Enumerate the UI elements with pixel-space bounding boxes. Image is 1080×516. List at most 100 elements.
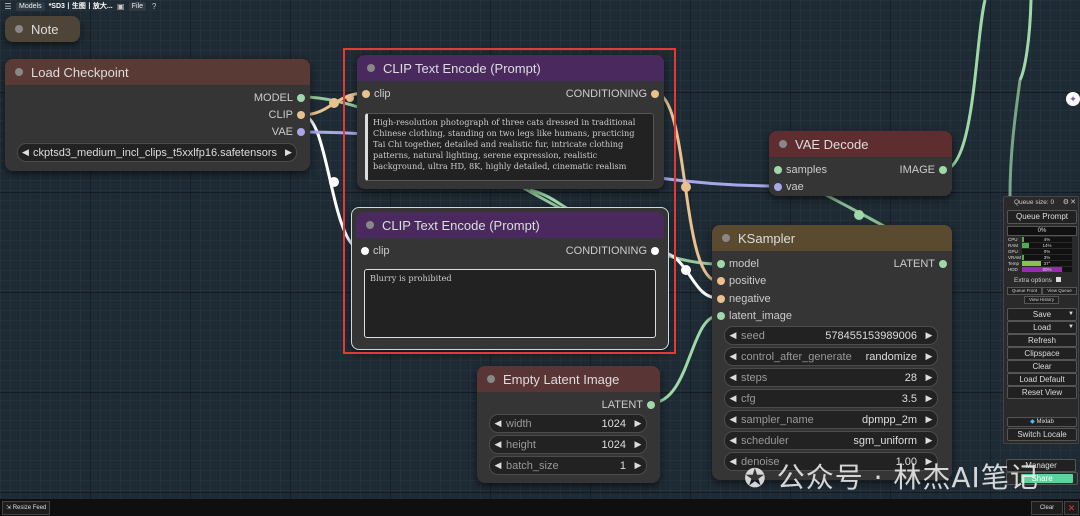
load-button[interactable]: Load ▼	[1007, 321, 1077, 334]
arrow-left-icon[interactable]: ◀	[725, 372, 741, 383]
arrow-left-icon[interactable]: ◀	[725, 435, 741, 446]
monitor-bar: 3%	[1022, 255, 1072, 260]
arrow-left-icon[interactable]: ◀	[725, 393, 741, 404]
extra-options-checkbox[interactable]	[1055, 277, 1061, 282]
load-checkpoint-node[interactable]: Load Checkpoint MODEL CLIP VAE ◀ ckptsd3…	[5, 59, 310, 171]
arrow-right-icon[interactable]: ▶	[281, 147, 296, 158]
arrow-right-icon[interactable]: ▶	[921, 414, 937, 425]
queue-prompt-button[interactable]: Queue Prompt	[1007, 210, 1077, 224]
clip-text-encode-positive-node[interactable]: CLIP Text Encode (Prompt) clip CONDITION…	[357, 55, 664, 189]
mixlab-button[interactable]: ◆ Mixlab	[1007, 417, 1077, 427]
close-icon[interactable]: ✕	[1070, 198, 1076, 206]
models-button[interactable]: Models	[16, 1, 45, 11]
resize-feed-button[interactable]: ⇲ Resize Feed	[2, 501, 51, 515]
batch-size-widget[interactable]: ◀ batch_size 1 ▶	[489, 456, 647, 475]
input-clip-slot[interactable]	[361, 247, 369, 255]
output-latent-label: LATENT	[601, 399, 643, 411]
view-history-button[interactable]: View History	[1024, 296, 1059, 304]
view-queue-button[interactable]: View Queue	[1042, 287, 1077, 295]
sampler-name-widget[interactable]: ◀ sampler_name dpmpp_2m ▶	[724, 410, 938, 429]
help-icon[interactable]: ?	[150, 2, 158, 11]
input-clip-slot[interactable]	[362, 90, 370, 98]
scheduler-widget[interactable]: ◀ scheduler sgm_uniform ▶	[724, 431, 938, 450]
collapse-dot-icon[interactable]	[779, 140, 787, 148]
cfg-widget[interactable]: ◀ cfg 3.5 ▶	[724, 389, 938, 408]
prompt-text-area[interactable]: Blurry is prohibited	[364, 269, 656, 338]
top-toolbar: ☰ Models *SD3丨生图丨放大... ▣ File ?	[0, 0, 184, 12]
menu-icon[interactable]: ☰	[4, 2, 12, 11]
arrow-right-icon[interactable]: ▶	[921, 393, 937, 404]
arrow-right-icon[interactable]: ▶	[630, 418, 646, 429]
queue-front-button[interactable]: Queue Front	[1007, 287, 1042, 295]
output-clip-slot[interactable]	[297, 111, 305, 119]
save-icon[interactable]: ▣	[117, 2, 125, 11]
arrow-left-icon[interactable]: ◀	[18, 147, 33, 158]
arrow-right-icon[interactable]: ▶	[630, 460, 646, 471]
dropdown-arrow-icon[interactable]: ▼	[1068, 309, 1074, 320]
clip-text-encode-negative-node[interactable]: CLIP Text Encode (Prompt) clip CONDITION…	[351, 207, 669, 350]
switch-locale-button[interactable]: Switch Locale	[1007, 428, 1077, 441]
arrow-left-icon[interactable]: ◀	[490, 460, 506, 471]
arrow-right-icon[interactable]: ▶	[921, 351, 937, 362]
reset-view-button[interactable]: Reset View	[1007, 386, 1077, 399]
input-positive-slot[interactable]	[717, 277, 725, 285]
input-negative-slot[interactable]	[717, 295, 725, 303]
input-latent-image-slot[interactable]	[717, 312, 725, 320]
dropdown-arrow-icon[interactable]: ▼	[1068, 322, 1074, 333]
ckpt-name-combo[interactable]: ◀ ckptsd3_medium_incl_clips_t5xxlfp16.sa…	[17, 143, 297, 162]
empty-latent-image-node[interactable]: Empty Latent Image LATENT ◀ width 1024 ▶…	[477, 366, 660, 483]
ksampler-node[interactable]: KSampler model positive negative latent_…	[712, 225, 952, 480]
vae-decode-node[interactable]: VAE Decode samples vae IMAGE	[769, 131, 952, 196]
arrow-left-icon[interactable]: ◀	[725, 456, 741, 467]
arrow-right-icon[interactable]: ▶	[921, 330, 937, 341]
collapse-dot-icon[interactable]	[15, 68, 23, 76]
output-vae-label: VAE	[271, 126, 293, 138]
clear-button[interactable]: Clear	[1007, 360, 1077, 373]
save-button[interactable]: Save ▼	[1007, 308, 1077, 321]
load-default-button[interactable]: Load Default	[1007, 373, 1077, 386]
control-after-generate-widget[interactable]: ◀ control_after_generate randomize ▶	[724, 347, 938, 366]
collapse-dot-icon[interactable]	[366, 221, 374, 229]
collapse-dot-icon[interactable]	[722, 234, 730, 242]
bottom-clear-button[interactable]: Clear	[1031, 501, 1063, 515]
arrow-left-icon[interactable]: ◀	[725, 351, 741, 362]
output-vae-slot[interactable]	[297, 128, 305, 136]
refresh-button[interactable]: Refresh	[1007, 334, 1077, 347]
monitor-label: CPU	[1008, 237, 1018, 242]
collapse-dot-icon[interactable]	[15, 25, 23, 33]
collapse-dot-icon[interactable]	[487, 375, 495, 383]
file-menu[interactable]: File	[128, 1, 147, 11]
input-samples-slot[interactable]	[774, 166, 782, 174]
settings-icon[interactable]: ⚙	[1063, 198, 1069, 206]
extra-options-row[interactable]: Extra options	[1014, 277, 1061, 284]
arrow-right-icon[interactable]: ▶	[630, 439, 646, 450]
arrow-left-icon[interactable]: ◀	[490, 418, 506, 429]
arrow-left-icon[interactable]: ◀	[490, 439, 506, 450]
input-vae-slot[interactable]	[774, 183, 782, 191]
output-latent-slot[interactable]	[939, 260, 947, 268]
seed-widget[interactable]: ◀ seed 578455153989006 ▶	[724, 326, 938, 345]
arrow-left-icon[interactable]: ◀	[725, 330, 741, 341]
note-node[interactable]: Note	[5, 16, 80, 42]
output-image-slot[interactable]	[939, 166, 947, 174]
bottom-close-icon[interactable]: ✕	[1064, 501, 1079, 515]
input-clip-label: clip	[374, 88, 391, 100]
prompt-text-area[interactable]: High-resolution photograph of three cats…	[365, 113, 654, 181]
workflow-title[interactable]: *SD3丨生图丨放大...	[49, 1, 113, 11]
assistant-icon[interactable]: ✦	[1066, 92, 1080, 106]
input-model-slot[interactable]	[717, 260, 725, 268]
bottom-bar: ⇲ Resize Feed Clear ✕	[0, 499, 1080, 516]
arrow-left-icon[interactable]: ◀	[725, 414, 741, 425]
steps-widget[interactable]: ◀ steps 28 ▶	[724, 368, 938, 387]
collapse-dot-icon[interactable]	[367, 64, 375, 72]
clipspace-button[interactable]: Clipspace	[1007, 347, 1077, 360]
arrow-right-icon[interactable]: ▶	[921, 372, 937, 383]
output-conditioning-slot[interactable]	[651, 247, 659, 255]
output-latent-slot[interactable]	[647, 401, 655, 409]
output-conditioning-slot[interactable]	[651, 90, 659, 98]
arrow-right-icon[interactable]: ▶	[921, 435, 937, 446]
height-widget[interactable]: ◀ height 1024 ▶	[489, 435, 647, 454]
monitor-row: VRAM 3%	[1008, 255, 1074, 260]
width-widget[interactable]: ◀ width 1024 ▶	[489, 414, 647, 433]
output-model-slot[interactable]	[297, 94, 305, 102]
